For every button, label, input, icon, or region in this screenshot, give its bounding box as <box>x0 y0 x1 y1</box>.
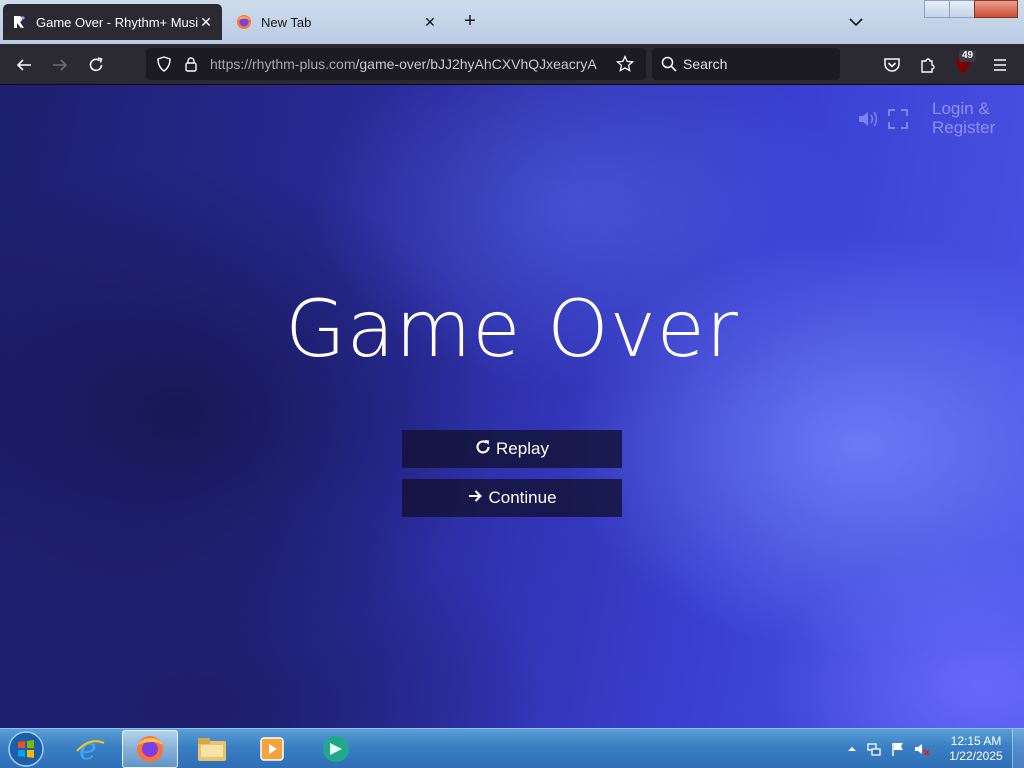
search-icon <box>661 56 677 75</box>
taskbar-green-app-icon[interactable] <box>308 730 364 768</box>
taskbar-media-player-icon[interactable] <box>244 730 300 768</box>
top-controls: Login & Register <box>854 85 1024 145</box>
search-placeholder: Search <box>683 56 728 72</box>
replay-button[interactable]: Replay <box>402 430 622 468</box>
continue-label: Continue <box>488 488 557 507</box>
nav-bar: https://rhythm-plus.com/game-over/bJJ2hy… <box>0 44 1024 85</box>
minimize-button[interactable] <box>924 0 950 18</box>
url-host: https://rhythm-plus.com <box>210 56 356 72</box>
login-register-link[interactable]: Login & Register <box>932 99 1002 137</box>
clock[interactable]: 12:15 AM 1/22/2025 <box>942 734 1010 764</box>
tab-title: Game Over - Rhythm+ Music G <box>36 14 198 30</box>
tab-game-over[interactable]: Game Over - Rhythm+ Music G ✕ <box>3 4 222 40</box>
extensions-puzzle-icon[interactable] <box>916 53 940 77</box>
reload-icon[interactable] <box>84 53 108 77</box>
start-button[interactable] <box>4 729 48 768</box>
menu-hamburger-icon[interactable] <box>988 53 1012 77</box>
taskbar-firefox-icon[interactable] <box>122 730 178 768</box>
replay-label: Replay <box>496 439 549 458</box>
extension-badge: 49 <box>959 50 977 62</box>
game-over-page: Login & Register Game Over Replay Contin… <box>0 85 1024 728</box>
tab-new-tab[interactable]: New Tab ✕ <box>228 4 446 40</box>
window-controls <box>924 0 1018 18</box>
fullscreen-icon[interactable] <box>888 109 908 134</box>
tab-strip: Game Over - Rhythm+ Music G ✕ New Tab ✕ … <box>0 0 1024 44</box>
new-tab-button[interactable]: + <box>458 10 482 34</box>
url-bar[interactable]: https://rhythm-plus.com/game-over/bJJ2hy… <box>146 48 646 80</box>
taskbar-file-explorer-icon[interactable] <box>184 730 240 768</box>
firefox-favicon-icon <box>236 14 252 30</box>
tab-title: New Tab <box>261 14 312 30</box>
rhythm-plus-favicon-icon <box>11 14 27 30</box>
tab-list-chevron-icon[interactable] <box>846 12 868 32</box>
network-icon[interactable] <box>866 741 882 757</box>
system-tray: 12:15 AM 1/22/2025 <box>842 729 1024 768</box>
pocket-icon[interactable] <box>880 53 904 77</box>
clock-time: 12:15 AM <box>950 734 1002 748</box>
tab-close-icon[interactable]: ✕ <box>198 14 214 31</box>
redo-icon <box>475 439 491 460</box>
show-desktop-button[interactable] <box>1012 729 1024 768</box>
url-text: https://rhythm-plus.com/game-over/bJJ2hy… <box>210 56 610 72</box>
svg-text:e: e <box>79 733 97 765</box>
bookmark-star-icon[interactable] <box>615 54 635 76</box>
page-title: Game Over <box>285 285 739 375</box>
shield-icon[interactable] <box>156 56 172 75</box>
forward-icon[interactable] <box>48 53 72 77</box>
taskbar: e 12:15 AM 1/22/2025 <box>0 728 1024 768</box>
search-bar[interactable]: Search <box>652 48 840 80</box>
taskbar-internet-explorer-icon[interactable]: e <box>62 730 118 768</box>
window-close-button[interactable] <box>974 0 1018 18</box>
continue-button[interactable]: Continue <box>402 479 622 517</box>
url-path: /game-over/bJJ2hyAhCXVhQJxeacryA <box>355 56 597 72</box>
restore-button[interactable] <box>949 0 975 18</box>
tab-close-icon[interactable]: ✕ <box>422 14 438 31</box>
arrow-right-icon <box>467 488 483 509</box>
back-icon[interactable] <box>12 53 36 77</box>
action-center-flag-icon[interactable] <box>890 741 906 757</box>
volume-muted-icon[interactable] <box>914 741 930 757</box>
clock-date: 1/22/2025 <box>949 749 1003 763</box>
show-hidden-icons-icon[interactable] <box>844 741 860 757</box>
lock-icon[interactable] <box>184 56 198 75</box>
volume-icon[interactable] <box>857 109 881 134</box>
